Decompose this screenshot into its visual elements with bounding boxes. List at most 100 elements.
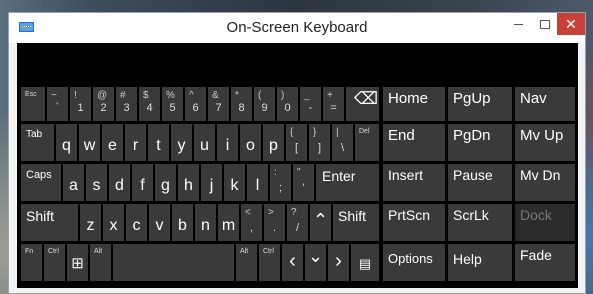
key-t[interactable]: t bbox=[148, 124, 169, 161]
key-x[interactable]: x bbox=[103, 204, 124, 241]
key-shift-label: ( bbox=[258, 90, 262, 101]
key-4[interactable]: $4 bbox=[139, 87, 160, 121]
key-mv-dn[interactable]: Mv Dn bbox=[515, 164, 575, 201]
key-shift-label: ? bbox=[291, 207, 297, 218]
minimize-button[interactable] bbox=[504, 13, 532, 35]
key-semicolon[interactable]: :; bbox=[270, 164, 291, 201]
key-m[interactable]: m bbox=[218, 204, 239, 241]
key-label: Pause bbox=[453, 167, 493, 183]
key-nav[interactable]: Nav bbox=[515, 87, 575, 121]
key-down-arrow[interactable]: ⌄ bbox=[305, 244, 326, 281]
backspace-icon: ⌫ bbox=[354, 89, 379, 108]
key-backslash[interactable]: | \ bbox=[332, 124, 353, 161]
key-right-alt[interactable]: Alt bbox=[236, 244, 257, 281]
key-equals[interactable]: + = bbox=[323, 87, 344, 121]
key-left-bracket[interactable]: {[ bbox=[286, 124, 307, 161]
key-z[interactable]: z bbox=[80, 204, 101, 241]
key-right-arrow[interactable]: › bbox=[328, 244, 349, 281]
key-c[interactable]: c bbox=[126, 204, 147, 241]
key-j[interactable]: j bbox=[201, 164, 222, 201]
key-o[interactable]: o bbox=[240, 124, 261, 161]
key-tab[interactable]: Tab bbox=[21, 124, 54, 161]
key-windows[interactable]: ⊞ bbox=[67, 244, 88, 281]
key-0[interactable]: ) 0 bbox=[277, 87, 298, 121]
key-f[interactable]: f bbox=[132, 164, 153, 201]
key-minus[interactable]: _ - bbox=[300, 87, 321, 121]
key-del[interactable]: Del bbox=[355, 124, 379, 161]
key-comma[interactable]: <, bbox=[241, 204, 262, 241]
key-menu[interactable]: ▤ bbox=[351, 244, 379, 281]
key-w[interactable]: w bbox=[79, 124, 100, 161]
key-label: g bbox=[161, 177, 170, 194]
key-backtick[interactable]: ~ ` bbox=[47, 87, 68, 121]
key-insert[interactable]: Insert bbox=[383, 164, 445, 201]
key-up-arrow[interactable]: ⌃ bbox=[310, 204, 331, 241]
key-6[interactable]: ^ 6 bbox=[185, 87, 206, 121]
key-7[interactable]: & 7 bbox=[208, 87, 229, 121]
key-label: Ctrl bbox=[48, 248, 59, 255]
key-8[interactable]: * 8 bbox=[231, 87, 252, 121]
key-label: e bbox=[108, 137, 117, 154]
key-label: n bbox=[201, 217, 210, 234]
osk-window: On-Screen Keyboard ✕ Esc ~ ` ! 1 @2 #3 $4 … bbox=[8, 12, 586, 294]
key-left-ctrl[interactable]: Ctrl bbox=[44, 244, 65, 281]
key-5[interactable]: % 5 bbox=[162, 87, 183, 121]
key-help[interactable]: Help bbox=[448, 244, 512, 281]
key-label: Del bbox=[359, 128, 370, 135]
key-r[interactable]: r bbox=[125, 124, 146, 161]
key-label: Esc bbox=[25, 91, 37, 98]
key-1[interactable]: ! 1 bbox=[70, 87, 91, 121]
key-space[interactable] bbox=[113, 244, 234, 281]
key-fn[interactable]: Fn bbox=[21, 244, 42, 281]
key-i[interactable]: i bbox=[217, 124, 238, 161]
key-enter[interactable]: Enter bbox=[316, 164, 379, 201]
key-end[interactable]: End bbox=[383, 124, 445, 161]
key-options[interactable]: Options bbox=[383, 244, 445, 281]
key-h[interactable]: h bbox=[178, 164, 199, 201]
key-y[interactable]: y bbox=[171, 124, 192, 161]
key-quote[interactable]: " ' bbox=[293, 164, 314, 201]
key-g[interactable]: g bbox=[155, 164, 176, 201]
key-q[interactable]: q bbox=[56, 124, 77, 161]
key-l[interactable]: l bbox=[247, 164, 268, 201]
key-right-shift[interactable]: Shift bbox=[333, 204, 379, 241]
key-pgdn[interactable]: PgDn bbox=[448, 124, 512, 161]
key-9[interactable]: (9 bbox=[254, 87, 275, 121]
key-pgup[interactable]: PgUp bbox=[448, 87, 512, 121]
key-caps[interactable]: Caps bbox=[21, 164, 61, 201]
key-d[interactable]: d bbox=[109, 164, 130, 201]
key-b[interactable]: b bbox=[172, 204, 193, 241]
key-a[interactable]: a bbox=[63, 164, 84, 201]
key-label: ` bbox=[55, 102, 60, 114]
key-mv-up[interactable]: Mv Up bbox=[515, 124, 575, 161]
key-right-bracket[interactable]: }] bbox=[309, 124, 330, 161]
close-button[interactable]: ✕ bbox=[557, 13, 585, 35]
key-left-shift[interactable]: Shift bbox=[21, 204, 78, 241]
key-label: Enter bbox=[322, 168, 356, 184]
key-left-arrow[interactable]: ‹ bbox=[282, 244, 303, 281]
key-home[interactable]: Home bbox=[383, 87, 445, 121]
key-label: ' bbox=[302, 182, 305, 194]
key-n[interactable]: n bbox=[195, 204, 216, 241]
key-backspace[interactable]: ⌫ bbox=[346, 87, 379, 121]
key-p[interactable]: p bbox=[263, 124, 284, 161]
key-esc[interactable]: Esc bbox=[21, 87, 45, 121]
key-2[interactable]: @2 bbox=[93, 87, 114, 121]
key-fade[interactable]: Fade bbox=[515, 244, 575, 281]
key-scrlk[interactable]: ScrLk bbox=[448, 204, 512, 241]
key-v[interactable]: v bbox=[149, 204, 170, 241]
key-u[interactable]: u bbox=[194, 124, 215, 161]
key-right-ctrl[interactable]: Ctrl bbox=[259, 244, 280, 281]
key-pause[interactable]: Pause bbox=[448, 164, 512, 201]
key-period[interactable]: >. bbox=[264, 204, 285, 241]
key-label: o bbox=[246, 137, 255, 154]
key-left-alt[interactable]: Alt bbox=[90, 244, 111, 281]
key-prtscn[interactable]: PrtScn bbox=[383, 204, 445, 241]
key-e[interactable]: e bbox=[102, 124, 123, 161]
key-slash[interactable]: ? / bbox=[287, 204, 308, 241]
key-shift-label: $ bbox=[143, 90, 149, 101]
key-k[interactable]: k bbox=[224, 164, 245, 201]
key-s[interactable]: s bbox=[86, 164, 107, 201]
key-3[interactable]: #3 bbox=[116, 87, 137, 121]
maximize-button[interactable] bbox=[531, 13, 559, 35]
